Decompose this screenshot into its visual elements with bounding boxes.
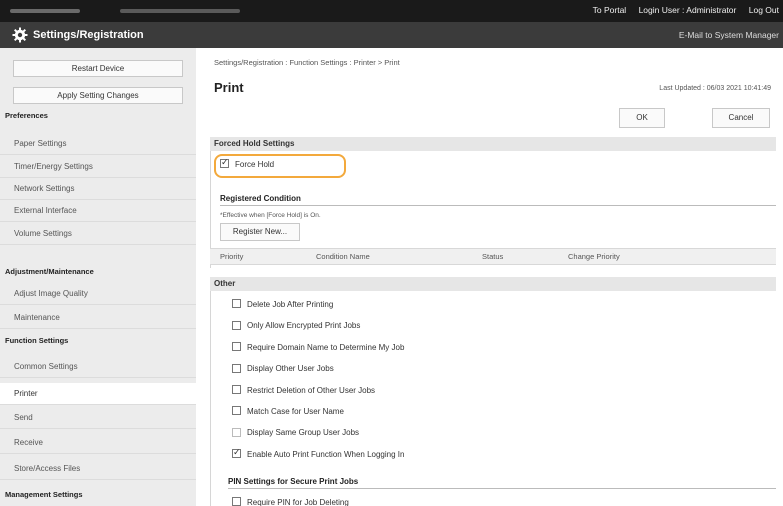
other-option-row[interactable]: Display Other User Jobs: [232, 363, 334, 374]
sidebar-item-adjust-image-quality[interactable]: Adjust Image Quality: [0, 283, 196, 305]
apply-setting-changes-button[interactable]: Apply Setting Changes: [13, 87, 183, 104]
column-status: Status: [482, 252, 504, 261]
other-option-label: Enable Auto Print Function When Logging …: [247, 449, 405, 459]
other-option-label: Display Other User Jobs: [247, 364, 334, 374]
section-border: [210, 291, 211, 506]
other-option-checkbox[interactable]: [232, 447, 241, 459]
divider: [220, 205, 776, 206]
highlight-callout: [214, 154, 346, 178]
registered-condition-note: *Effective when [Force Hold] is On.: [220, 212, 321, 219]
top-links: To Portal Login User : Administrator Log…: [583, 5, 779, 15]
other-option-row[interactable]: Delete Job After Printing: [232, 299, 334, 309]
other-option-label: Match Case for User Name: [247, 407, 344, 416]
other-option-label: Require Domain Name to Determine My Job: [247, 342, 405, 352]
main-content: Settings/Registration : Function Setting…: [196, 48, 783, 506]
login-user-label: Login User : Administrator: [638, 5, 737, 15]
other-option-checkbox[interactable]: [232, 342, 241, 352]
column-priority: Priority: [220, 252, 244, 261]
cancel-button[interactable]: Cancel: [712, 108, 770, 128]
other-option-row[interactable]: Restrict Deletion of Other User Jobs: [232, 384, 376, 395]
register-new-button[interactable]: Register New...: [220, 223, 300, 241]
other-option-label: Restrict Deletion of Other User Jobs: [247, 385, 376, 395]
other-option-row[interactable]: Only Allow Encrypted Print Jobs: [232, 320, 361, 331]
sidebar-item-receive[interactable]: Receive: [0, 432, 196, 454]
sidebar-group-adjustment: Adjustment/Maintenance: [5, 267, 94, 276]
header-bar: Settings/Registration E-Mail to System M…: [0, 22, 783, 48]
other-option-checkbox[interactable]: [232, 299, 241, 309]
other-option-checkbox[interactable]: [232, 406, 241, 416]
other-option-row[interactable]: Require Domain Name to Determine My Job: [232, 342, 405, 352]
sidebar-item-paper-settings[interactable]: Paper Settings: [0, 133, 196, 155]
sidebar-group-function-settings: Function Settings: [5, 336, 69, 345]
registered-condition-heading: Registered Condition: [220, 194, 301, 203]
forced-hold-heading: Forced Hold Settings: [210, 137, 776, 151]
divider: [228, 488, 776, 489]
require-pin-label: Require PIN for Job Deleting: [247, 498, 349, 506]
sidebar-item-store-access-files[interactable]: Store/Access Files: [0, 458, 196, 480]
condition-table-header: Priority Condition Name Status Change Pr…: [210, 248, 776, 265]
logout-link[interactable]: Log Out: [749, 5, 779, 15]
sidebar: Restart Device Apply Setting Changes Pre…: [0, 48, 196, 506]
other-option-row[interactable]: Match Case for User Name: [232, 406, 344, 416]
other-heading: Other: [210, 277, 776, 291]
top-bar: To Portal Login User : Administrator Log…: [0, 0, 783, 22]
other-option-label: Delete Job After Printing: [247, 300, 334, 309]
require-pin-checkbox[interactable]: [232, 497, 241, 506]
to-portal-link[interactable]: To Portal: [593, 5, 627, 15]
app-title: Settings/Registration: [33, 29, 144, 41]
other-option-checkbox[interactable]: [232, 363, 241, 373]
column-condition-name: Condition Name: [316, 252, 370, 261]
last-updated: Last Updated : 06/03 2021 10:41:49: [659, 85, 771, 92]
other-option-row[interactable]: Enable Auto Print Function When Logging …: [232, 447, 405, 459]
ok-button[interactable]: OK: [619, 108, 665, 128]
pin-settings-heading: PIN Settings for Secure Print Jobs: [228, 477, 359, 486]
sidebar-item-send[interactable]: Send: [0, 407, 196, 429]
sidebar-item-common-settings[interactable]: Common Settings: [0, 356, 196, 378]
sidebar-item-printer[interactable]: Printer: [0, 383, 196, 405]
sidebar-item-external-interface[interactable]: External Interface: [0, 200, 196, 222]
breadcrumb: Settings/Registration : Function Setting…: [214, 58, 400, 67]
sidebar-group-preferences: Preferences: [5, 111, 48, 120]
column-change-priority: Change Priority: [568, 252, 620, 261]
other-option-label: Only Allow Encrypted Print Jobs: [247, 321, 361, 331]
device-name: [10, 9, 80, 13]
other-option-label: Display Same Group User Jobs: [247, 428, 360, 438]
sidebar-item-network[interactable]: Network Settings: [0, 178, 196, 200]
restart-device-button[interactable]: Restart Device: [13, 60, 183, 77]
device-info: [120, 9, 240, 13]
gear-icon: [12, 27, 28, 43]
sidebar-item-maintenance[interactable]: Maintenance: [0, 307, 196, 329]
other-option-checkbox[interactable]: [232, 320, 241, 330]
sidebar-item-volume[interactable]: Volume Settings: [0, 223, 196, 245]
other-option-checkbox: [232, 427, 241, 437]
other-option-row: Display Same Group User Jobs: [232, 427, 360, 438]
require-pin-row[interactable]: Require PIN for Job Deleting: [232, 497, 349, 506]
sidebar-item-timer-energy[interactable]: Timer/Energy Settings: [0, 156, 196, 178]
email-system-manager-link[interactable]: E-Mail to System Manager: [679, 30, 779, 40]
other-option-checkbox[interactable]: [232, 384, 241, 394]
sidebar-group-management: Management Settings: [5, 490, 83, 499]
page-title: Print: [214, 80, 244, 95]
